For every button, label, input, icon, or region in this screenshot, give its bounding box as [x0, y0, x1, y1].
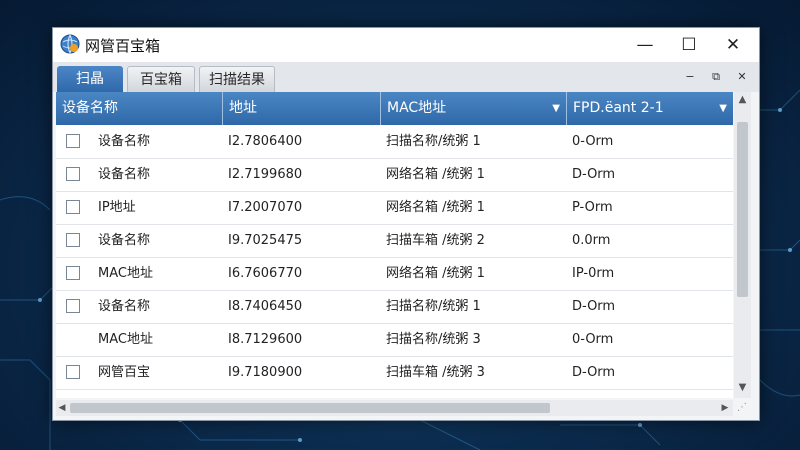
- cell-address: I2.7199680: [228, 167, 303, 182]
- close-button[interactable]: ✕: [711, 31, 755, 59]
- cell-mac: 扫描名称/统粥 1: [386, 299, 481, 314]
- table-row[interactable]: MAC地址 I8.7129600 扫描名称/统粥 3 0-Orm: [56, 323, 733, 357]
- cell-status: P-Orm: [572, 200, 613, 215]
- cell-address: I2.7806400: [228, 134, 303, 149]
- table-row[interactable]: 设备名称 I8.7406450 扫描名称/统粥 1 D-Orm: [56, 290, 733, 324]
- table-row[interactable]: 设备名称 I9.7025475 扫描车箱 /统粥 2 0.0rm: [56, 224, 733, 258]
- cell-address: I8.7129600: [228, 332, 303, 347]
- vertical-scrollbar[interactable]: ▲ ▼: [734, 92, 751, 398]
- horizontal-scrollbar[interactable]: ◀ ▶: [56, 400, 733, 416]
- dropdown-arrow-icon[interactable]: ▼: [719, 92, 727, 125]
- table-row[interactable]: 网管百宝 I9.7180900 扫描车箱 /统粥 3 D-Orm: [56, 356, 733, 390]
- cell-status: D-Orm: [572, 167, 616, 182]
- app-window: 网管百宝箱 — ☐ ✕ 扫晶 百宝箱 扫描结果 − ⧉ ✕ 设备名称 地址 MA…: [52, 27, 760, 421]
- scroll-left-arrow-icon[interactable]: ◀: [56, 400, 68, 416]
- table-row[interactable]: IP地址 I7.2007070 网络名箱 /统粥 1 P-Orm: [56, 191, 733, 225]
- window-title: 网管百宝箱: [85, 37, 161, 55]
- cell-mac: 扫描车箱 /统粥 3: [386, 365, 485, 380]
- cell-address: I9.7180900: [228, 365, 303, 380]
- cell-status: D-Orm: [572, 299, 616, 314]
- cell-status: 0.0rm: [572, 233, 611, 248]
- table-row[interactable]: 设备名称 I2.7806400 扫描名称/统粥 1 0-Orm: [56, 125, 733, 159]
- cell-device-name: 设备名称: [98, 134, 151, 149]
- device-table: 设备名称 地址 MAC地址 ▼ FPD.ёant 2-1 ▼ 设备名称 I2.7806…: [56, 92, 733, 398]
- row-checkbox[interactable]: [66, 134, 80, 148]
- scroll-up-arrow-icon[interactable]: ▲: [734, 94, 751, 105]
- cell-address: I8.7406450: [228, 299, 303, 314]
- panel-minimize-button[interactable]: −: [683, 70, 697, 84]
- column-header-status[interactable]: FPD.ёant 2-1 ▼: [567, 92, 733, 125]
- cell-address: I9.7025475: [228, 233, 303, 248]
- row-checkbox[interactable]: [66, 233, 80, 247]
- cell-status: 0-Orm: [572, 134, 614, 149]
- dropdown-arrow-icon[interactable]: ▼: [552, 92, 560, 125]
- column-header-mac[interactable]: MAC地址 ▼: [381, 92, 567, 125]
- table-row[interactable]: MAC地址 I6.7606770 网络名箱 /统粥 1 IP-0rm: [56, 257, 733, 291]
- cell-mac: 网络名箱 /统粥 1: [386, 266, 485, 281]
- cell-device-name: MAC地址: [98, 332, 153, 347]
- row-checkbox[interactable]: [66, 266, 80, 280]
- panel-restore-button[interactable]: ⧉: [709, 70, 723, 84]
- cell-device-name: 设备名称: [98, 299, 151, 314]
- cell-address: I7.2007070: [228, 200, 303, 215]
- resize-grip-icon[interactable]: ⋰: [737, 402, 749, 414]
- column-header-address[interactable]: 地址: [223, 92, 381, 125]
- horizontal-scroll-thumb[interactable]: [70, 403, 550, 413]
- row-checkbox[interactable]: [66, 167, 80, 181]
- cell-device-name: 设备名称: [98, 233, 151, 248]
- maximize-button[interactable]: ☐: [667, 31, 711, 59]
- tab-scan-results[interactable]: 扫描结果: [199, 66, 275, 93]
- cell-device-name: MAC地址: [98, 266, 153, 281]
- cell-mac: 扫描车箱 /统粥 2: [386, 233, 485, 248]
- tab-scan[interactable]: 扫晶: [57, 66, 123, 92]
- minimize-button[interactable]: —: [623, 31, 667, 59]
- cell-mac: 扫描名称/统粥 3: [386, 332, 481, 347]
- cell-mac: 扫描名称/统粥 1: [386, 134, 481, 149]
- table-row[interactable]: 设备名称 I2.7199680 网络名箱 /统粥 1 D-Orm: [56, 158, 733, 192]
- scroll-down-arrow-icon[interactable]: ▼: [734, 382, 751, 393]
- cell-device-name: IP地址: [98, 200, 136, 215]
- panel-close-button[interactable]: ✕: [735, 70, 749, 84]
- cell-address: I6.7606770: [228, 266, 303, 281]
- column-header-device-name[interactable]: 设备名称: [56, 92, 223, 125]
- row-checkbox[interactable]: [66, 365, 80, 379]
- title-bar[interactable]: 网管百宝箱 — ☐ ✕: [53, 28, 759, 62]
- row-checkbox[interactable]: [66, 299, 80, 313]
- cell-mac: 网络名箱 /统粥 1: [386, 200, 485, 215]
- cell-device-name: 设备名称: [98, 167, 151, 182]
- tab-bar: 扫晶 百宝箱 扫描结果 − ⧉ ✕: [53, 62, 759, 93]
- cell-device-name: 网管百宝: [98, 365, 151, 380]
- table-header: 设备名称 地址 MAC地址 ▼ FPD.ёant 2-1 ▼: [56, 92, 733, 125]
- row-checkbox[interactable]: [66, 200, 80, 214]
- cell-status: IP-0rm: [572, 266, 615, 281]
- cell-mac: 网络名箱 /统粥 1: [386, 167, 485, 182]
- tab-toolbox[interactable]: 百宝箱: [127, 66, 195, 93]
- vertical-scroll-thumb[interactable]: [737, 122, 748, 297]
- app-globe-icon: [60, 34, 80, 54]
- cell-status: 0-Orm: [572, 332, 614, 347]
- cell-status: D-Orm: [572, 365, 616, 380]
- scroll-right-arrow-icon[interactable]: ▶: [719, 400, 731, 416]
